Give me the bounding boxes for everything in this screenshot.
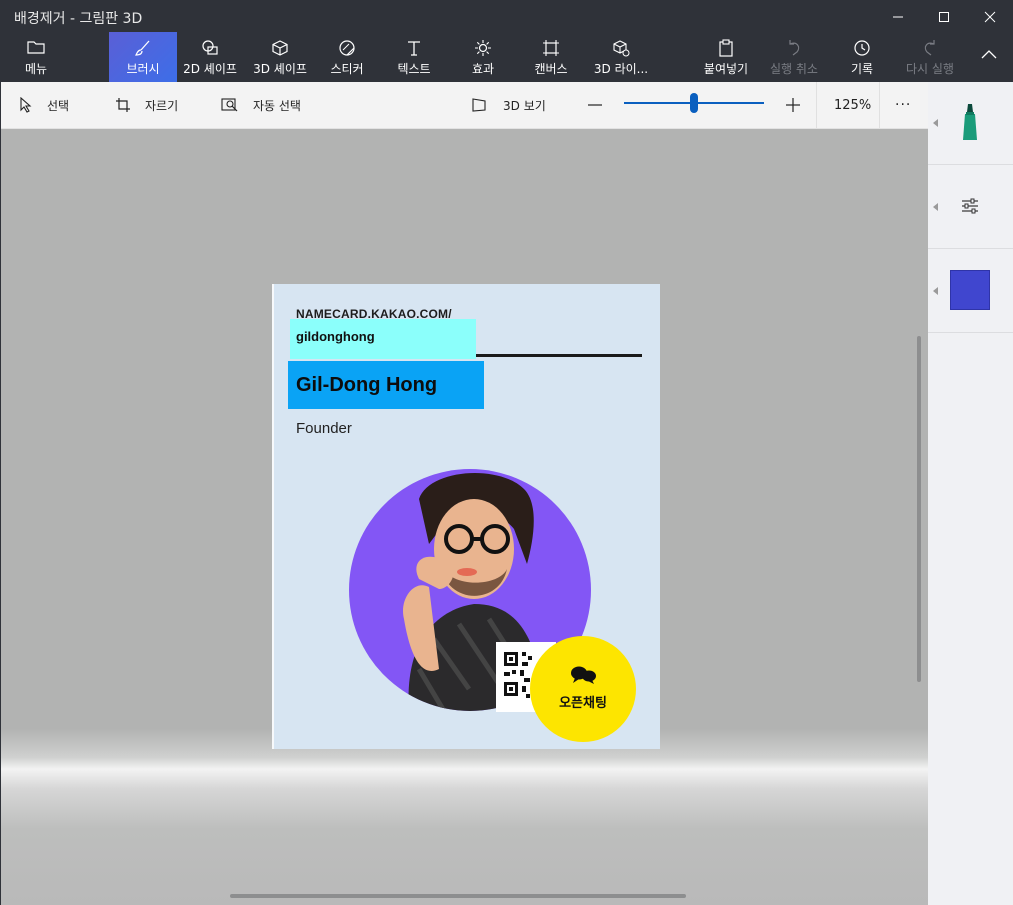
text-label: 텍스트 [397, 62, 431, 76]
vertical-scrollbar[interactable] [917, 336, 921, 682]
view3d-icon [472, 98, 486, 112]
underline [476, 354, 642, 357]
folder-icon [27, 41, 45, 54]
expand-caret-icon [933, 119, 938, 127]
text-icon [408, 41, 420, 56]
settings-sliders-icon [962, 198, 978, 214]
canvas-tab[interactable]: 캔버스 [522, 32, 580, 82]
paste-icon [719, 39, 733, 57]
shapes2d-icon [202, 40, 218, 55]
brush-tab[interactable]: 브러시 [109, 32, 177, 82]
window-title: 배경제거 - 그림판 3D [14, 11, 143, 27]
crop-icon [116, 98, 130, 112]
minimize-icon [893, 16, 903, 18]
shapes2d-label: 2D 셰이프 [183, 62, 237, 76]
close-button[interactable] [967, 0, 1013, 32]
effects-label: 효과 [471, 62, 495, 76]
zoom-slider-thumb[interactable] [690, 93, 698, 113]
horizontal-scrollbar[interactable] [230, 894, 686, 898]
shapes3d-tab[interactable]: 3D 셰이프 [247, 32, 313, 82]
ribbon: 메뉴 브러시 2D 셰이프 3D 셰이프 스티커 텍스트 효과 캔버스 3D 라… [0, 32, 1013, 82]
canvas-label: 캔버스 [534, 62, 568, 76]
side-panel [928, 82, 1013, 905]
open-chat-badge: 오픈채팅 [530, 636, 636, 742]
crop-tool[interactable]: 자르기 [115, 82, 178, 128]
brush-settings-section[interactable] [928, 165, 1013, 249]
minimize-button[interactable] [875, 0, 921, 32]
zoom-in-button[interactable] [785, 82, 815, 128]
maximize-button[interactable] [921, 0, 967, 32]
stickers-label: 스티커 [330, 62, 364, 76]
effects-tab[interactable]: 효과 [454, 32, 512, 82]
expand-caret-icon [933, 287, 938, 295]
stickers-tab[interactable]: 스티커 [318, 32, 376, 82]
card-role: Founder [296, 420, 352, 437]
toolbar: 선택 자르기 자동 선택 3D 보기 125% ··· [1, 82, 928, 129]
view3d-button[interactable]: 3D 보기 [471, 82, 546, 128]
undo-button[interactable]: 실행 취소 [763, 32, 825, 82]
select-label: 선택 [47, 98, 70, 113]
paint3d-window: 배경제거 - 그림판 3D 메뉴 브러시 2D 셰이프 3D 셰이프 스티커 텍… [0, 0, 1013, 905]
title-bar: 배경제거 - 그림판 3D [0, 0, 1013, 32]
card-name: Gil-Dong Hong [296, 374, 438, 396]
card-url-line2: gildonghong [296, 329, 375, 344]
redo-button[interactable]: 다시 실행 [899, 32, 961, 82]
view3d-label: 3D 보기 [503, 98, 546, 113]
color-swatch[interactable] [950, 270, 990, 310]
chat-bubbles-icon [571, 666, 596, 684]
chevron-up-icon [981, 50, 997, 59]
brush-preview-section[interactable] [928, 82, 1013, 165]
sticker-icon [339, 40, 355, 56]
magic-select-icon [221, 98, 238, 112]
marker-icon [963, 104, 977, 140]
cursor-icon [20, 97, 32, 113]
text-tab[interactable]: 텍스트 [385, 32, 443, 82]
magic-select-tool[interactable]: 자동 선택 [221, 82, 301, 128]
library3d-label: 3D 라이... [593, 62, 649, 76]
redo-label: 다시 실행 [906, 62, 954, 76]
divider [816, 82, 817, 128]
paste-button[interactable]: 붙여넣기 [695, 32, 757, 82]
undo-label: 실행 취소 [770, 62, 818, 76]
open-chat-label: 오픈채팅 [559, 696, 607, 711]
divider [879, 82, 880, 128]
cube-icon [272, 40, 288, 56]
menu-label: 메뉴 [24, 62, 48, 76]
menu-button[interactable]: 메뉴 [4, 32, 68, 82]
sun-icon [475, 40, 491, 56]
color-section[interactable] [928, 249, 1013, 333]
namecard-image[interactable]: NAMECARD.KAKAO.COM/ gildonghong Gil-Dong… [272, 284, 660, 749]
expand-caret-icon [933, 203, 938, 211]
redo-icon [924, 40, 935, 56]
canvas-icon [543, 40, 559, 56]
brush-icon [135, 40, 150, 56]
minus-icon [588, 104, 602, 106]
paste-label: 붙여넣기 [703, 62, 749, 76]
library3d-icon [613, 40, 630, 57]
plus-icon [786, 98, 800, 112]
undo-icon [789, 40, 800, 56]
close-icon [984, 11, 996, 23]
magic-select-label: 자동 선택 [253, 98, 301, 113]
shapes3d-label: 3D 셰이프 [253, 62, 307, 76]
history-icon [854, 40, 870, 56]
collapse-ribbon-button[interactable] [970, 32, 1008, 82]
select-tool[interactable]: 선택 [19, 82, 69, 128]
history-label: 기록 [850, 62, 874, 76]
maximize-icon [939, 12, 949, 22]
more-options-button[interactable]: ··· [895, 82, 911, 128]
library3d-tab[interactable]: 3D 라이... [586, 32, 656, 82]
brush-label: 브러시 [126, 62, 160, 76]
history-button[interactable]: 기록 [833, 32, 891, 82]
zoom-level[interactable]: 125% [834, 82, 871, 128]
shapes2d-tab[interactable]: 2D 셰이프 [177, 32, 243, 82]
zoom-out-button[interactable] [587, 82, 617, 128]
crop-label: 자르기 [145, 98, 179, 113]
